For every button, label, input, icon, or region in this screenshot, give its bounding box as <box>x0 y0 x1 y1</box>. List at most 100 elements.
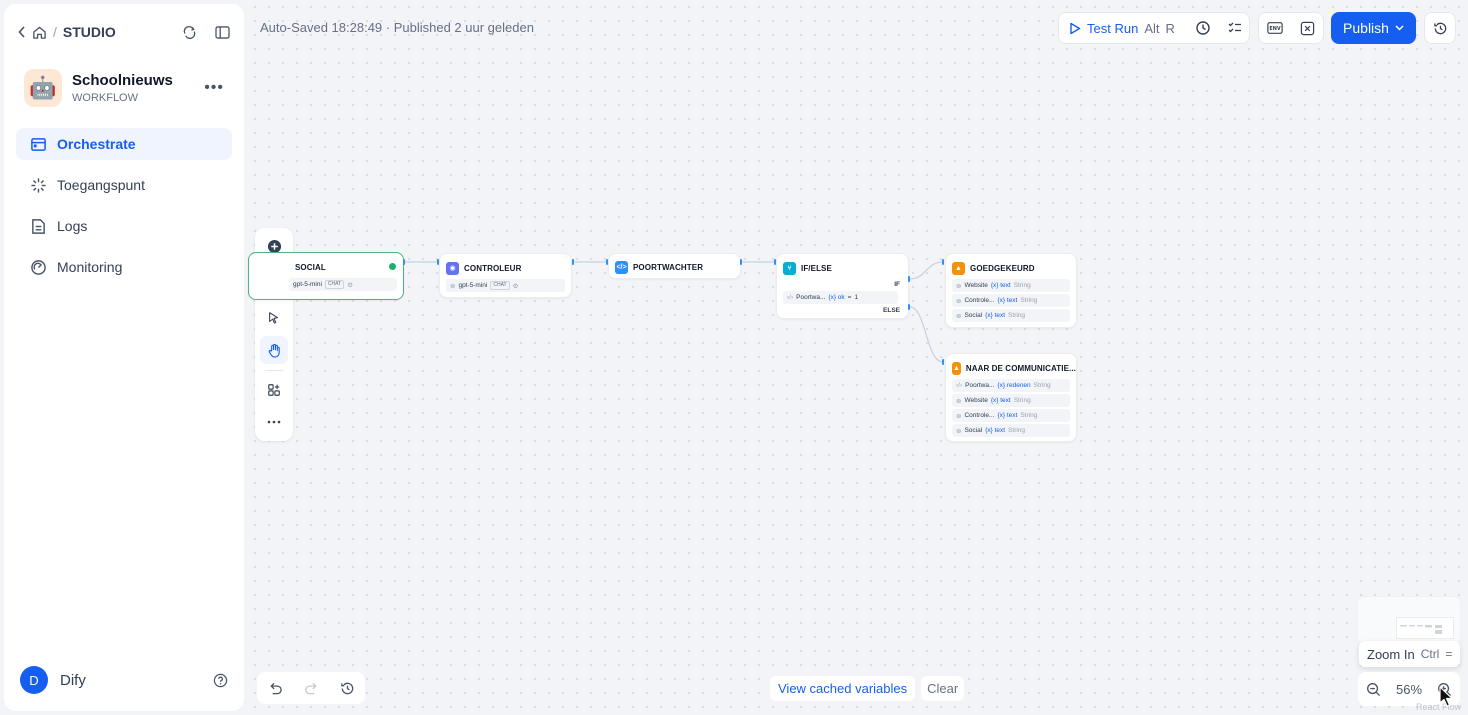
play-icon[interactable] <box>1069 22 1081 35</box>
input-handle[interactable] <box>942 359 944 365</box>
input-handle[interactable] <box>774 259 776 265</box>
node-naar-de-communicatie[interactable]: ▲ NAAR DE COMMUNICATIE... ‹/› Poortwa...{… <box>945 353 1077 442</box>
end-icon: ▲ <box>952 261 965 275</box>
node-goedgekeurd[interactable]: ▲ GOEDGEKEURD ⊛ Website {x} text String ⊛ Co… <box>945 253 1077 328</box>
breadcrumb[interactable]: / STUDIO <box>18 24 116 40</box>
cached-variables-bar: View cached variables Clear <box>770 675 965 701</box>
output-row: ⊛ Social {x} text String <box>952 424 1070 437</box>
condition-field: {x} ok <box>828 294 845 301</box>
llm-icon: ◉ <box>446 261 459 275</box>
sidebar-item-orchestrate[interactable]: Orchestrate <box>16 128 232 160</box>
test-run-group: Test Run Alt R <box>1058 12 1250 44</box>
model-row: gpt-5-mini CHAT ⚙ <box>289 278 397 291</box>
condition-value: 1 <box>854 294 859 301</box>
output-handle[interactable] <box>572 259 574 265</box>
chevron-left-icon[interactable] <box>18 26 26 38</box>
redo-icon[interactable] <box>304 681 319 695</box>
undo-icon[interactable] <box>268 681 283 695</box>
clear-cache-button[interactable]: Clear <box>921 675 965 701</box>
help-icon[interactable] <box>213 673 228 688</box>
history-icon[interactable] <box>340 681 355 696</box>
checklist-icon[interactable] <box>1227 20 1243 36</box>
hand-mode-button[interactable] <box>260 336 288 364</box>
node-controleur[interactable]: ◉ CONTROLEUR ⊛ gpt-5-mini CHAT ⚙ <box>439 253 572 298</box>
if-output-handle[interactable] <box>908 276 910 282</box>
model-row: ⊛ gpt-5-mini CHAT ⚙ <box>446 279 565 292</box>
node-poortwachter[interactable]: </> POORTWACHTER <box>608 253 741 279</box>
shortcut-r: R <box>1165 20 1175 36</box>
mode-chip: CHAT <box>324 280 345 289</box>
output-handle[interactable] <box>403 259 405 265</box>
code-icon: ‹/› <box>787 294 794 301</box>
branch-icon: ⑂ <box>783 261 796 275</box>
access-point-icon <box>31 177 46 193</box>
test-run-button[interactable]: Test Run <box>1087 21 1138 36</box>
sidebar-header: / STUDIO <box>18 20 230 44</box>
home-icon[interactable] <box>32 25 47 40</box>
output-row: ⊛ Social {x} text String <box>952 309 1070 322</box>
output-row: ⊛ Website {x} text String <box>952 279 1070 292</box>
view-cached-variables-button[interactable]: View cached variables <box>770 675 916 701</box>
tooltip-shortcut-equals: = <box>1445 647 1453 661</box>
sidebar-item-toegangspunt[interactable]: Toegangspunt <box>16 169 232 201</box>
env-group: ENV <box>1258 12 1324 44</box>
sidebar-item-label: Orchestrate <box>57 136 136 152</box>
settings-icon: ⚙ <box>512 282 519 290</box>
sidebar-item-label: Monitoring <box>57 259 123 275</box>
settings-icon: ⚙ <box>347 281 353 289</box>
variable-x-icon[interactable] <box>1300 21 1315 36</box>
orchestrate-icon <box>31 137 46 151</box>
input-handle[interactable] <box>942 259 944 265</box>
version-history-button[interactable] <box>1424 12 1456 44</box>
sidebar-item-monitoring[interactable]: Monitoring <box>16 251 232 283</box>
minimap[interactable] <box>1357 596 1461 644</box>
node-title: CONTROLEUR <box>464 263 522 273</box>
workflow-canvas[interactable] <box>248 0 1468 715</box>
sync-icon[interactable] <box>182 25 197 40</box>
more-icon <box>267 420 281 424</box>
sidebar-nav: Orchestrate Toegangspunt Logs Monitoring <box>16 128 232 292</box>
publish-button[interactable]: Publish <box>1331 12 1416 44</box>
zoom-in-tooltip: Zoom In Ctrl = <box>1359 641 1461 667</box>
monitoring-icon <box>31 259 46 275</box>
tooltip-label: Zoom In <box>1367 646 1415 662</box>
zoom-out-icon[interactable] <box>1366 682 1381 697</box>
undo-redo-bar <box>257 672 365 704</box>
chevron-down-icon <box>1395 25 1404 31</box>
node-social[interactable]: SOCIAL gpt-5-mini CHAT ⚙ <box>248 252 404 300</box>
layout-grid-icon <box>268 384 280 396</box>
node-title: IF/ELSE <box>801 263 832 273</box>
breadcrumb-separator: / <box>53 24 57 40</box>
panel-toggle-icon[interactable] <box>215 25 230 39</box>
else-output-handle[interactable] <box>908 304 910 310</box>
breadcrumb-studio[interactable]: STUDIO <box>63 24 116 40</box>
pointer-mode-button[interactable] <box>260 304 288 332</box>
node-title: POORTWACHTER <box>633 262 704 272</box>
sidebar-item-label: Logs <box>57 218 88 234</box>
sidebar-item-label: Toegangspunt <box>57 177 145 193</box>
output-handle[interactable] <box>740 259 742 265</box>
app-type: WORKFLOW <box>72 92 138 104</box>
more-tools-button[interactable] <box>260 408 288 436</box>
output-row: ⊛ Website {x} text String <box>952 394 1070 407</box>
minimap-viewport[interactable] <box>1396 617 1454 639</box>
input-handle[interactable] <box>606 259 608 265</box>
more-icon[interactable]: ••• <box>204 79 224 97</box>
model-name: gpt-5-mini <box>293 281 322 288</box>
organize-button[interactable] <box>260 376 288 404</box>
input-handle[interactable] <box>437 259 439 265</box>
hand-icon <box>268 343 280 358</box>
zoom-level[interactable]: 56% <box>1396 682 1422 697</box>
user-menu[interactable]: D Dify <box>20 666 228 694</box>
run-history-icon[interactable] <box>1195 20 1211 36</box>
app-name: Schoolnieuws <box>72 72 173 89</box>
robot-icon: 🤖 <box>24 69 62 107</box>
output-row: ⊛ Controle... {x} text String <box>952 409 1070 422</box>
node-if-else[interactable]: ⑂ IF/ELSE IF ‹/› Poortwa... {x} ok = 1 E… <box>776 253 909 319</box>
node-title: SOCIAL <box>295 262 326 272</box>
condition-row: ‹/› Poortwa... {x} ok = 1 <box>783 291 898 304</box>
avatar[interactable]: D <box>20 666 48 694</box>
env-icon[interactable]: ENV <box>1267 21 1283 35</box>
shortcut-alt: Alt <box>1144 20 1160 36</box>
sidebar-item-logs[interactable]: Logs <box>16 210 232 242</box>
